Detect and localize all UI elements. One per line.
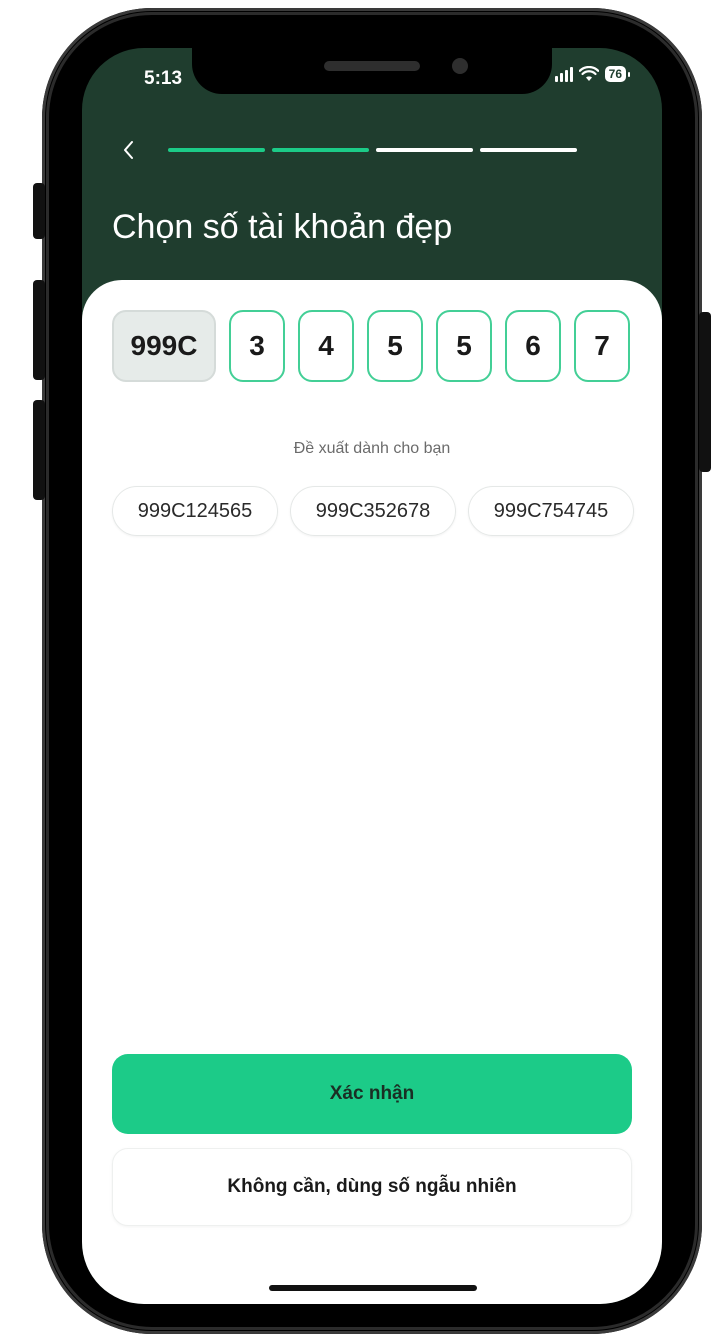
- chevron-left-icon: [124, 141, 133, 159]
- digit-input-5[interactable]: 6: [505, 310, 561, 382]
- step-progress: [168, 148, 577, 152]
- digit-input-6[interactable]: 7: [574, 310, 630, 382]
- status-icons: 76: [554, 66, 631, 82]
- volume-down-button: [33, 400, 45, 500]
- notch: [192, 48, 552, 94]
- suggestion-chip-3[interactable]: 999C754745: [468, 486, 634, 536]
- account-number-input: 999C 3 4 5 5 6 7: [112, 310, 630, 382]
- app-screen: 5:13 76 Chọn số tài khoản đẹp 999C 3 4 5…: [82, 48, 662, 1304]
- use-random-number-button[interactable]: Không cần, dùng số ngẫu nhiên: [112, 1148, 632, 1226]
- home-indicator[interactable]: [269, 1285, 477, 1291]
- confirm-button[interactable]: Xác nhận: [112, 1054, 632, 1134]
- suggestions-label: Đề xuất dành cho bạn: [293, 440, 451, 457]
- digit-input-4[interactable]: 5: [436, 310, 492, 382]
- progress-step-4: [480, 148, 577, 152]
- volume-up-button: [33, 280, 45, 380]
- power-button: [699, 312, 711, 472]
- digit-input-3[interactable]: 5: [367, 310, 423, 382]
- digit-input-2[interactable]: 4: [298, 310, 354, 382]
- page-title: Chọn số tài khoản đẹp: [112, 208, 453, 246]
- signal-icon: [554, 66, 573, 82]
- content-sheet: 999C 3 4 5 5 6 7 Đề xuất dành cho bạn 99…: [82, 280, 662, 1304]
- battery-icon: 76: [604, 66, 631, 82]
- account-prefix: 999C: [112, 310, 216, 382]
- camera: [452, 58, 468, 74]
- progress-step-3: [376, 148, 473, 152]
- progress-step-1: [168, 148, 265, 152]
- wifi-icon: [578, 66, 599, 81]
- status-time: 5:13: [144, 68, 183, 89]
- suggestion-chips: 999C124565 999C352678 999C754745: [112, 486, 634, 536]
- speaker: [324, 61, 420, 71]
- mute-switch: [33, 183, 45, 239]
- suggestion-chip-1[interactable]: 999C124565: [112, 486, 278, 536]
- digit-input-1[interactable]: 3: [229, 310, 285, 382]
- suggestion-chip-2[interactable]: 999C352678: [290, 486, 456, 536]
- back-button[interactable]: [118, 136, 140, 164]
- progress-step-2: [272, 148, 369, 152]
